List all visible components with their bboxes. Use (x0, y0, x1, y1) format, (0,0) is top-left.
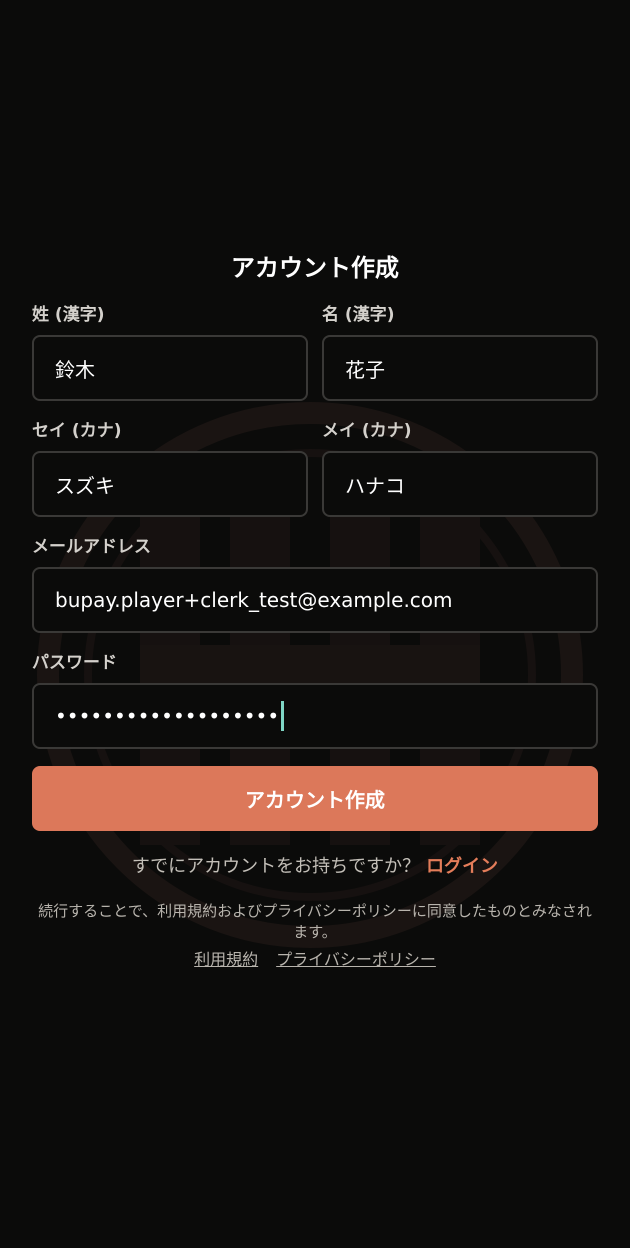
password-masked-value: ••••••••••••••••••• (55, 704, 280, 728)
last-name-kana-label: セイ (カナ) (32, 421, 122, 441)
last-name-kana-input[interactable]: スズキ (32, 451, 308, 517)
page-title: アカウント作成 (231, 254, 399, 282)
first-name-kanji-label: 名 (漢字) (322, 305, 395, 325)
password-label: パスワード (32, 653, 117, 673)
first-name-kana-label: メイ (カナ) (322, 421, 412, 441)
email-input[interactable]: bupay.player+clerk_test@example.com (32, 567, 598, 633)
login-link[interactable]: ログイン (426, 856, 498, 877)
login-prompt: すでにアカウントをお持ちですか？ ログイン (0, 854, 630, 880)
first-name-kana-input[interactable]: ハナコ (322, 451, 598, 517)
last-name-kanji-value: 鈴木 (55, 357, 95, 382)
terms-agreement-note: 続行することで、利用規約およびプライバシーポリシーに同意したものとみなされます。 (38, 902, 592, 941)
last-name-kanji-input[interactable]: 鈴木 (32, 335, 308, 401)
password-input[interactable]: ••••••••••••••••••• (32, 683, 598, 749)
first-name-kanji-input[interactable]: 花子 (322, 335, 598, 401)
privacy-policy-link[interactable]: プライバシーポリシー (276, 950, 436, 969)
login-prompt-text: すでにアカウントをお持ちですか？ (131, 856, 421, 877)
email-value: bupay.player+clerk_test@example.com (55, 588, 453, 612)
first-name-kana-value: ハナコ (345, 473, 405, 498)
first-name-kanji-value: 花子 (345, 357, 385, 382)
email-label: メールアドレス (32, 537, 151, 557)
last-name-kana-value: スズキ (55, 473, 115, 498)
create-account-button[interactable]: アカウント作成 (32, 766, 598, 831)
text-caret (281, 701, 285, 731)
legal-links: 利用規約 プライバシーポリシー (0, 948, 630, 972)
terms-of-service-link[interactable]: 利用規約 (194, 950, 258, 969)
last-name-kanji-label: 姓 (漢字) (32, 305, 105, 325)
